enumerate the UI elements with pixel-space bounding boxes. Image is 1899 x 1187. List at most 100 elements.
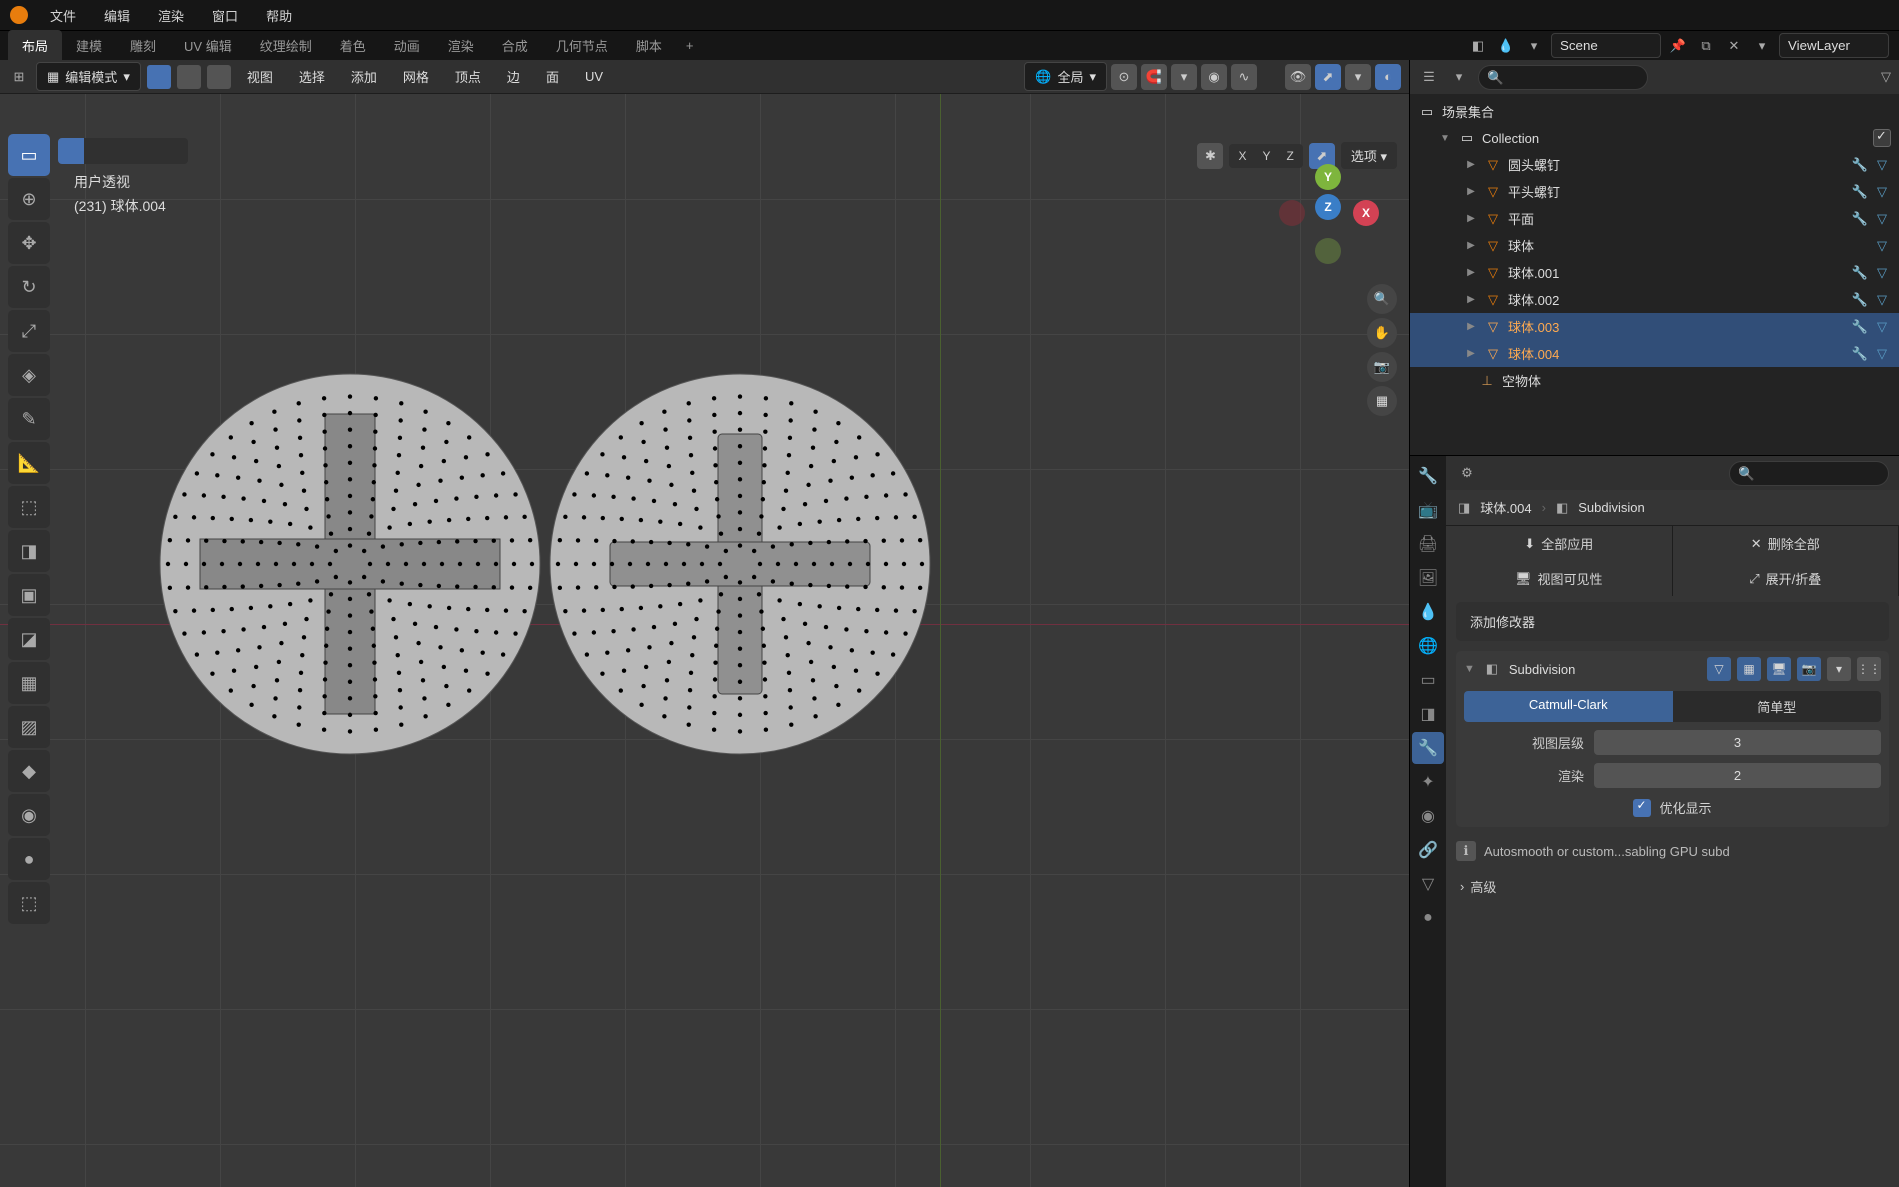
rotate-tool[interactable]: ↻ (8, 266, 50, 308)
prop-tab-constraints[interactable]: 🔗 (1412, 834, 1444, 866)
prop-tab-collection[interactable]: ▭ (1412, 664, 1444, 696)
modifier-cage-toggle[interactable]: ▦ (1737, 657, 1761, 681)
expand-icon[interactable]: ▶ (1464, 321, 1478, 332)
menu-render[interactable]: 渲染 (146, 2, 196, 29)
data-icon[interactable]: ▽ (1873, 318, 1891, 336)
tree-item-2[interactable]: ▶ ▽ 平面 🔧 ▽ (1410, 205, 1899, 232)
menu-edit[interactable]: 编辑 (92, 2, 142, 29)
modifier-icon[interactable]: 🔧 (1851, 291, 1869, 309)
advanced-section-toggle[interactable]: › 高级 (1446, 869, 1899, 904)
prop-tab-material[interactable]: ● (1412, 902, 1444, 934)
workspace-tab-rendering[interactable]: 渲染 (434, 30, 488, 61)
tree-item-3[interactable]: ▶ ▽ 球体 ▽ (1410, 232, 1899, 259)
delete-all-button[interactable]: ✕ 删除全部 (1673, 526, 1899, 561)
data-icon[interactable]: ▽ (1873, 345, 1891, 363)
modifier-render-toggle[interactable]: 📷 (1797, 657, 1821, 681)
expand-icon[interactable]: ▶ (1464, 267, 1478, 278)
editor-type-icon[interactable]: ⊞ (8, 66, 30, 88)
data-icon[interactable]: ▽ (1873, 156, 1891, 174)
tree-item-8[interactable]: ⊥ 空物体 (1410, 367, 1899, 394)
prop-tab-viewlayer[interactable]: 🖼 (1412, 562, 1444, 594)
prop-tab-data[interactable]: ▽ (1412, 868, 1444, 900)
add-cube-tool[interactable]: ⬚ (8, 486, 50, 528)
apply-all-button[interactable]: ⬇ 全部应用 (1446, 526, 1673, 561)
workspace-tab-uvediting[interactable]: UV 编辑 (170, 30, 246, 61)
viewport-menu-add[interactable]: 添加 (341, 63, 387, 90)
viewport-3d[interactable]: 用户透视 (231) 球体.004 ▭ ⊕ ✥ ↻ ⤢ ◈ ✎ 📐 ⬚ ◨ ▣ … (0, 94, 1409, 1187)
tree-scene-collection[interactable]: ▭ 场景集合 (1410, 98, 1899, 125)
tree-item-4[interactable]: ▶ ▽ 球体.001 🔧 ▽ (1410, 259, 1899, 286)
catmull-clark-button[interactable]: Catmull-Clark (1464, 691, 1673, 722)
edge-select-button[interactable] (177, 65, 201, 89)
mesh-visibility-button[interactable]: 👁 (1285, 64, 1311, 90)
mirror-z-toggle[interactable]: Z (1280, 146, 1301, 166)
add-modifier-dropdown[interactable]: 添加修改器 (1456, 602, 1889, 641)
modifier-icon[interactable]: 🔧 (1851, 345, 1869, 363)
modifier-drag-handle[interactable]: ⋮⋮ (1857, 657, 1881, 681)
collection-visibility-checkbox[interactable] (1873, 129, 1891, 147)
tree-item-6[interactable]: ▶ ▽ 球体.003 🔧 ▽ (1410, 313, 1899, 340)
vertex-select-button[interactable] (147, 65, 171, 89)
modifier-extras-dropdown[interactable]: ▾ (1827, 657, 1851, 681)
viewlayer-name-input[interactable] (1779, 33, 1889, 58)
expand-icon[interactable]: ▼ (1464, 663, 1475, 675)
tree-item-1[interactable]: ▶ ▽ 平头螺钉 🔧 ▽ (1410, 178, 1899, 205)
overlay-button[interactable]: ▾ (1345, 64, 1371, 90)
workspace-tab-shading[interactable]: 着色 (326, 30, 380, 61)
mode-dropdown[interactable]: ▦ 编辑模式 ▾ (36, 62, 141, 91)
zoom-button[interactable]: 🔍 (1367, 284, 1397, 314)
properties-search-input[interactable] (1729, 461, 1889, 486)
viewlayer-browse-icon[interactable]: ▾ (1751, 35, 1773, 57)
spin-tool[interactable]: ◉ (8, 794, 50, 836)
xray-toggle-button[interactable]: ◐ (1375, 64, 1401, 90)
select-invert-button[interactable] (136, 138, 162, 164)
prop-tab-modifiers[interactable]: 🔧 (1412, 732, 1444, 764)
move-tool[interactable]: ✥ (8, 222, 50, 264)
mesh-collapse-icon[interactable]: ✱ (1197, 143, 1223, 169)
copy-scene-icon[interactable]: ⧉ (1695, 35, 1717, 57)
viewport-menu-view[interactable]: 视图 (237, 63, 283, 90)
gizmo-neg-x[interactable] (1279, 200, 1305, 226)
expand-icon[interactable]: ▶ (1464, 348, 1478, 359)
tree-item-0[interactable]: ▶ ▽ 圆头螺钉 🔧 ▽ (1410, 151, 1899, 178)
inset-tool[interactable]: ▣ (8, 574, 50, 616)
select-intersect-button[interactable] (162, 138, 188, 164)
outliner-display-icon[interactable]: ▾ (1448, 66, 1470, 88)
viewport-menu-select[interactable]: 选择 (289, 63, 335, 90)
prop-tab-tool[interactable]: 🔧 (1412, 460, 1444, 492)
workspace-tab-scripting[interactable]: 脚本 (622, 30, 676, 61)
data-icon[interactable]: ▽ (1873, 291, 1891, 309)
measure-tool[interactable]: 📐 (8, 442, 50, 484)
prop-tab-physics[interactable]: ◉ (1412, 800, 1444, 832)
workspace-tab-animation[interactable]: 动画 (380, 30, 434, 61)
expand-icon[interactable]: ▶ (1464, 294, 1478, 305)
outliner-view-mode-icon[interactable]: ☰ (1418, 66, 1440, 88)
prop-tab-world[interactable]: 🌐 (1412, 630, 1444, 662)
modifier-icon[interactable]: 🔧 (1851, 183, 1869, 201)
select-extend-button[interactable] (84, 138, 110, 164)
viewport-menu-edge[interactable]: 边 (497, 63, 530, 90)
optimize-display-checkbox[interactable] (1633, 799, 1651, 817)
viewport-levels-input[interactable]: 3 (1594, 730, 1881, 755)
expand-icon[interactable]: ▶ (1464, 240, 1478, 251)
modifier-icon[interactable]: 🔧 (1851, 210, 1869, 228)
mirror-x-toggle[interactable]: X (1231, 146, 1253, 166)
tree-item-5[interactable]: ▶ ▽ 球体.002 🔧 ▽ (1410, 286, 1899, 313)
expand-icon[interactable]: ▶ (1464, 213, 1478, 224)
simple-button[interactable]: 简单型 (1673, 691, 1882, 722)
pan-button[interactable]: ✋ (1367, 318, 1397, 348)
breadcrumb-modifier[interactable]: Subdivision (1578, 500, 1645, 515)
camera-view-button[interactable]: 📷 (1367, 352, 1397, 382)
expand-collapse-button[interactable]: ⤢ 展开/折叠 (1673, 561, 1899, 596)
snap-button[interactable]: 🧲 (1141, 64, 1167, 90)
workspace-add-button[interactable]: + (676, 34, 704, 57)
delete-scene-icon[interactable]: ✕ (1723, 35, 1745, 57)
workspace-tab-sculpting[interactable]: 雕刻 (116, 30, 170, 61)
menu-file[interactable]: 文件 (38, 2, 88, 29)
expand-icon[interactable]: ▶ (1464, 186, 1478, 197)
smooth-tool[interactable]: ● (8, 838, 50, 880)
proportional-edit-button[interactable]: ◉ (1201, 64, 1227, 90)
extrude-tool[interactable]: ◨ (8, 530, 50, 572)
prop-tab-output[interactable]: 🖨 (1412, 528, 1444, 560)
back-to-previous-icon[interactable]: ◧ (1467, 35, 1489, 57)
